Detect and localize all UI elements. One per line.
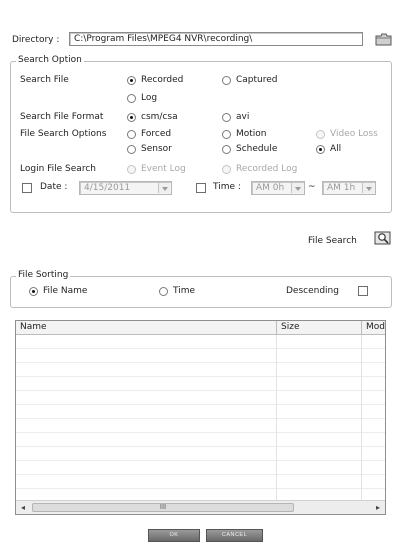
- schedule-label: Schedule: [236, 144, 278, 154]
- file-sorting-legend: File Sorting: [16, 270, 71, 281]
- motion-label: Motion: [236, 129, 267, 139]
- sort-time-label: Time: [173, 286, 196, 296]
- schedule-radio[interactable]: [222, 145, 231, 154]
- descending-label: Descending: [286, 286, 339, 296]
- search-option-legend: Search Option: [16, 55, 84, 66]
- forced-radio[interactable]: [127, 130, 136, 139]
- ok-button[interactable]: OK: [148, 529, 200, 542]
- video-loss-radio: [316, 130, 325, 139]
- avi-radio[interactable]: [222, 113, 231, 122]
- sort-time-radio[interactable]: [159, 287, 168, 296]
- column-header-modified[interactable]: Modif: [362, 321, 385, 335]
- search-file-label: Search File: [20, 75, 69, 85]
- recorded-log-label: Recorded Log: [236, 164, 298, 174]
- folder-icon[interactable]: [375, 33, 392, 46]
- horizontal-scrollbar[interactable]: ◂ III ▸: [16, 500, 385, 514]
- captured-label: Captured: [236, 75, 278, 85]
- sensor-label: Sensor: [141, 144, 172, 154]
- file-list-body[interactable]: [16, 335, 385, 500]
- sort-file-name-label: File Name: [43, 286, 88, 296]
- file-search-options-label: File Search Options: [20, 129, 107, 139]
- column-divider: [276, 335, 277, 500]
- login-file-search-label: Login File Search: [20, 164, 96, 174]
- scroll-thumb[interactable]: III: [32, 503, 294, 512]
- forced-label: Forced: [141, 129, 172, 139]
- motion-radio[interactable]: [222, 130, 231, 139]
- file-list[interactable]: Name Size Modif ◂ III ▸: [15, 320, 386, 515]
- scroll-thumb-grip: III: [159, 503, 167, 511]
- descending-checkbox[interactable]: [358, 286, 368, 296]
- sensor-radio[interactable]: [127, 145, 136, 154]
- column-header-name[interactable]: Name: [16, 321, 277, 335]
- date-value: 4/15/2011: [84, 183, 131, 193]
- date-checkbox[interactable]: [22, 183, 32, 193]
- directory-label: Directory :: [12, 35, 60, 45]
- time-to-arrow-icon[interactable]: [362, 183, 374, 193]
- event-log-radio: [127, 165, 136, 174]
- file-search-icon[interactable]: [374, 231, 392, 246]
- column-header-size[interactable]: Size: [277, 321, 362, 335]
- date-dropdown-arrow-icon[interactable]: [158, 183, 170, 193]
- captured-radio[interactable]: [222, 76, 231, 85]
- file-list-header: Name Size Modif: [16, 321, 385, 335]
- column-divider: [361, 335, 362, 500]
- recorded-label: Recorded: [141, 75, 184, 85]
- date-label: Date :: [40, 182, 68, 192]
- search-file-format-label: Search File Format: [20, 112, 104, 122]
- log-label: Log: [141, 93, 158, 103]
- time-to-value: AM 1h: [327, 183, 356, 193]
- csm-csa-radio[interactable]: [127, 113, 136, 122]
- time-checkbox[interactable]: [196, 183, 206, 193]
- cancel-button[interactable]: CANCEL: [206, 529, 263, 542]
- scroll-right-arrow-icon[interactable]: ▸: [371, 501, 385, 514]
- sort-file-name-radio[interactable]: [29, 287, 38, 296]
- video-loss-label: Video Loss: [330, 129, 378, 139]
- time-from-select[interactable]: AM 0h: [251, 181, 305, 195]
- time-from-arrow-icon[interactable]: [291, 183, 303, 193]
- event-log-label: Event Log: [141, 164, 186, 174]
- time-range-separator: ~: [308, 182, 316, 192]
- date-picker[interactable]: 4/15/2011: [79, 181, 172, 195]
- scroll-left-arrow-icon[interactable]: ◂: [16, 501, 30, 514]
- time-label: Time :: [213, 182, 241, 192]
- csm-csa-label: csm/csa: [141, 112, 178, 122]
- recorded-radio[interactable]: [127, 76, 136, 85]
- log-radio[interactable]: [127, 94, 136, 103]
- avi-label: avi: [236, 112, 250, 122]
- time-from-value: AM 0h: [256, 183, 285, 193]
- all-label: All: [330, 144, 342, 154]
- all-radio[interactable]: [316, 145, 325, 154]
- directory-path-input[interactable]: C:\Program Files\MPEG4 NVR\recording\: [69, 32, 363, 46]
- file-search-label: File Search: [308, 236, 357, 246]
- recorded-log-radio: [222, 165, 231, 174]
- time-to-select[interactable]: AM 1h: [322, 181, 376, 195]
